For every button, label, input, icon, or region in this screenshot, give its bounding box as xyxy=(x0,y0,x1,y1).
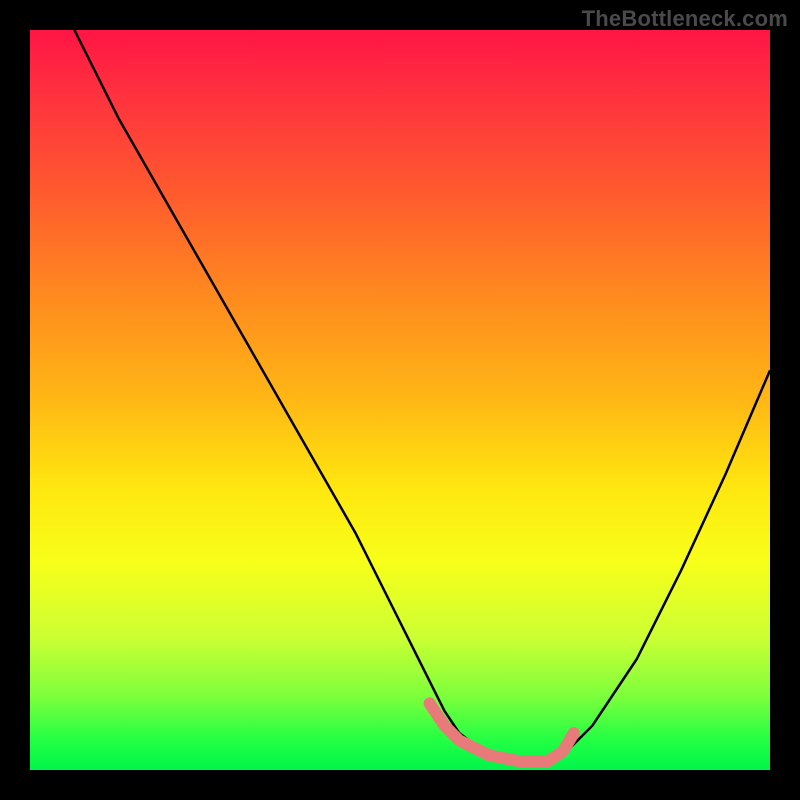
watermark-text: TheBottleneck.com xyxy=(582,6,788,32)
gradient-plot-area xyxy=(30,30,770,770)
chart-frame: TheBottleneck.com xyxy=(0,0,800,800)
